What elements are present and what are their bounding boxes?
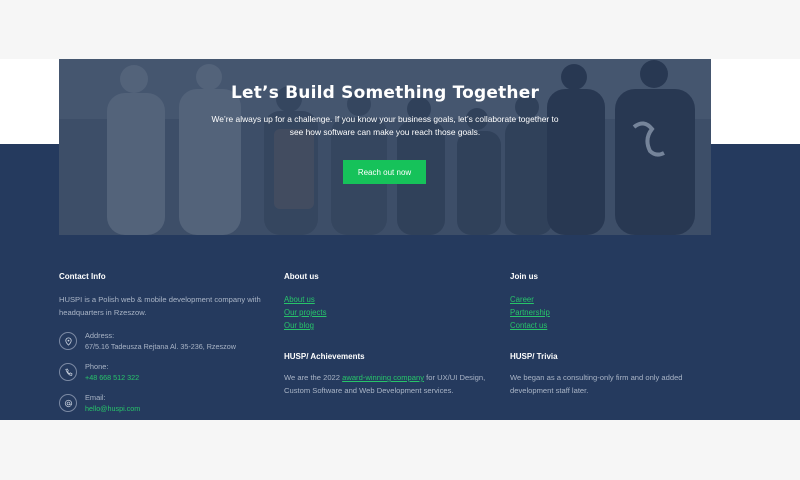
achievements-text-before: We are the 2022 [284,373,343,382]
list-item: Contact us [510,319,710,332]
contact-phone: Phone: +48 668 512 322 [59,362,139,384]
address-value: 67/5.16 Tadeusza Rejtana Al. 35-236, Rze… [85,342,236,351]
reach-out-button[interactable]: Reach out now [343,160,426,184]
career-link[interactable]: Career [510,295,534,304]
about-us-column: About us About us Our projects Our blog [284,272,499,332]
trivia-text: We began as a consulting-only firm and o… [510,373,683,395]
achievements-text: We are the 2022 award-winning company fo… [284,371,506,397]
join-us-heading: Join us [510,272,539,281]
join-us-column: Join us Career Partnership Contact us [510,272,710,332]
page-bottom-background [0,420,800,480]
phone-label: Phone: [85,362,109,371]
our-blog-link[interactable]: Our blog [284,321,314,330]
location-pin-icon [59,332,77,350]
about-links: About us Our projects Our blog [284,293,499,332]
at-sign-icon [59,394,77,412]
our-projects-link[interactable]: Our projects [284,308,326,317]
email-label: Email: [85,393,106,402]
trivia-heading: HUSP/ Trivia [510,352,558,361]
list-item: Our blog [284,319,499,332]
hero-title: Let’s Build Something Together [230,83,540,103]
list-item: Our projects [284,306,499,319]
contact-info-heading: Contact Info [59,272,106,281]
partnership-link[interactable]: Partnership [510,308,550,317]
contact-info-column: Contact Info HUSPI is a Polish web & mob… [59,272,269,319]
list-item: Partnership [510,306,710,319]
list-item: About us [284,293,499,306]
cta-banner: Let’s Build Something Together We’re alw… [59,59,711,235]
email-link[interactable]: hello@huspi.com [85,403,140,415]
award-winning-link[interactable]: award-winning company [342,373,424,382]
join-links: Career Partnership Contact us [510,293,710,332]
address-label: Address: [85,331,115,340]
about-us-link[interactable]: About us [284,295,315,304]
contact-email: Email: hello@huspi.com [59,393,140,415]
contact-description: HUSPI is a Polish web & mobile developme… [59,295,261,317]
phone-icon [59,363,77,381]
list-item: Career [510,293,710,306]
contact-us-link[interactable]: Contact us [510,321,547,330]
achievements-heading: HUSP/ Achievements [284,352,365,361]
page-top-background [0,0,800,59]
hero-description: We’re always up for a challenge. If you … [211,114,559,137]
phone-link[interactable]: +48 668 512 322 [85,372,139,384]
contact-address: Address: 67/5.16 Tadeusza Rejtana Al. 35… [59,331,236,353]
about-us-heading: About us [284,272,319,281]
